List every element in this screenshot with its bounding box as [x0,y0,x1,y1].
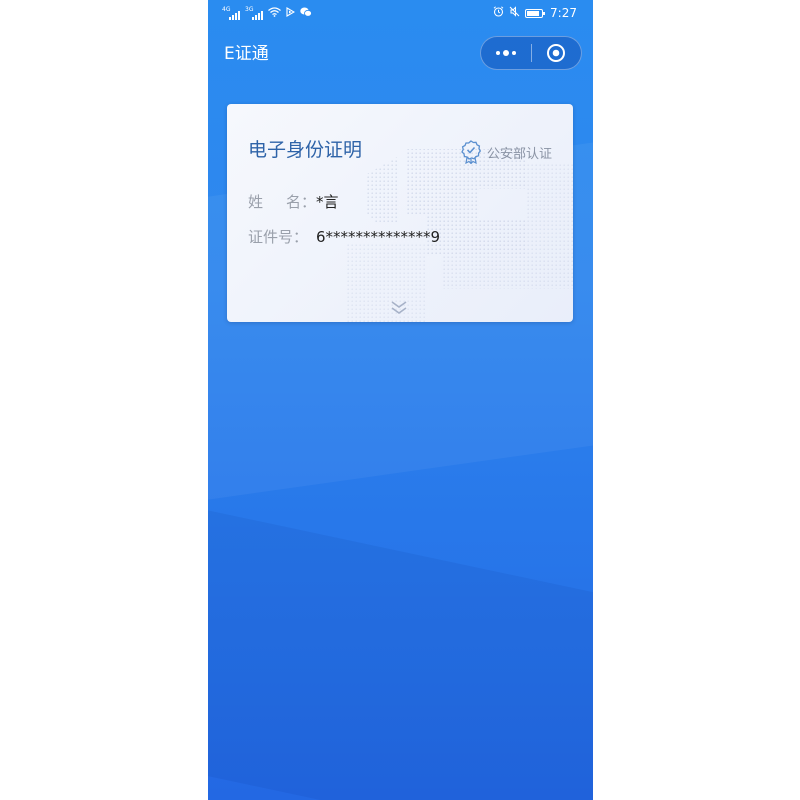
status-left: 4G 3G [222,7,312,20]
mini-program-capsule [480,36,582,70]
signal-2-icon: 3G [245,6,263,20]
id-number-value: 6**************9 [316,228,441,246]
battery-icon [525,8,546,18]
status-time: 7:27 [550,6,577,20]
wifi-icon [268,7,281,20]
name-field: 姓 名： *言 [248,192,339,212]
card-dot-pattern [347,149,573,322]
sim1-tag: 4G [222,6,231,13]
double-chevron-down-icon [391,301,407,314]
status-bar: 4G 3G 7:27 [208,0,593,28]
certified-badge-icon [461,140,481,164]
status-right: 7:27 [493,6,577,20]
target-close-icon [547,44,566,62]
sim2-tag: 3G [245,6,254,13]
wechat-icon [300,7,312,20]
id-number-field: 证件号： 6**************9 [248,227,440,247]
more-button[interactable] [481,37,531,69]
certification-text: 公安部认证 [486,146,552,162]
more-dots-icon-center [502,50,509,56]
play-icon [286,7,296,20]
mute-icon [509,6,520,20]
name-value: *言 [316,193,339,211]
id-number-label: 证件号： [248,228,309,246]
more-dots-icon [495,51,500,55]
id-card[interactable]: 电子身份证明 公安部认证 姓 名： *言 证件号： 6*************… [227,104,573,322]
certification-badge: 公安部认证 [461,140,552,164]
signal-icon: 4G [222,6,240,20]
nav-title: E证通 [224,44,269,64]
phone-screen: 4G 3G 7:27 E证通 电子身份证明 公安部认证 姓 名： *言 证件号：… [208,0,593,800]
name-label: 姓 名： [248,192,316,212]
expand-button[interactable] [389,300,409,320]
close-button[interactable] [531,37,581,69]
name-label-char-1: 姓 [248,193,264,211]
alarm-icon [493,6,504,20]
card-title: 电子身份证明 [248,139,363,161]
more-dots-icon-right [511,51,516,55]
name-label-char-2: 名： [285,193,316,211]
